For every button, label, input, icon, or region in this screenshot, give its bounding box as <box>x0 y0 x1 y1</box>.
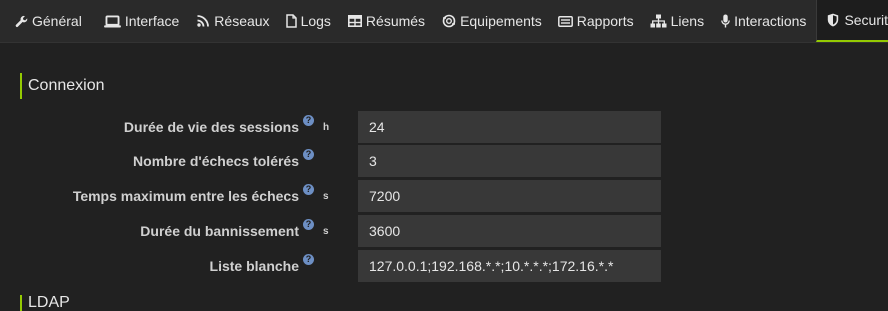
max-time-input[interactable] <box>358 180 661 212</box>
tab-interface[interactable]: Interface <box>90 0 187 42</box>
tab-label: Interface <box>124 13 180 29</box>
tab-label: Réseaux <box>214 13 270 29</box>
microphone-icon <box>720 14 731 28</box>
session-lifetime-input[interactable] <box>358 111 661 143</box>
whitelist-label: Liste blanche ? <box>210 250 314 282</box>
tab-rapports[interactable]: Rapports <box>550 0 642 42</box>
unit-label: s <box>323 191 329 202</box>
field-label: Nombre d'échecs tolérés <box>133 153 299 169</box>
field-label: Durée du bannissement <box>140 223 299 239</box>
tab-securite[interactable]: Securité <box>816 0 888 42</box>
failures-allowed-label: Nombre d'échecs tolérés ? <box>133 145 314 177</box>
help-icon[interactable]: ? <box>303 148 314 160</box>
tab-label: Liens <box>670 13 705 29</box>
failures-allowed-input[interactable] <box>358 145 661 177</box>
security-panel: Connexion Durée de vie des sessions ? h … <box>0 43 888 311</box>
table-icon <box>347 14 363 28</box>
tab-label: Logs <box>300 13 331 29</box>
devices-icon <box>441 14 457 28</box>
tab-reseaux[interactable]: Réseaux <box>187 0 277 42</box>
tab-label: Général <box>32 13 82 29</box>
help-icon[interactable]: ? <box>303 183 314 195</box>
whitelist-input[interactable] <box>358 250 661 282</box>
tab-logs[interactable]: Logs <box>278 0 339 42</box>
max-time-row: Temps maximum entre les échecs ? s <box>0 180 888 212</box>
tab-resumes[interactable]: Résumés <box>339 0 433 42</box>
tab-general[interactable]: Général <box>0 0 90 42</box>
tab-label: Securité <box>844 12 888 28</box>
max-time-label: Temps maximum entre les échecs ? <box>73 180 314 212</box>
session-lifetime-row: Durée de vie des sessions ? h <box>0 111 888 143</box>
whitelist-row: Liste blanche ? <box>0 250 888 282</box>
tab-interactions[interactable]: Interactions <box>712 0 816 42</box>
help-icon[interactable]: ? <box>303 114 314 126</box>
section-title: Connexion <box>20 73 105 99</box>
sitemap-icon <box>650 14 668 28</box>
tab-label: Rapports <box>576 13 634 29</box>
tab-equipements[interactable]: Equipements <box>433 0 550 42</box>
shield-icon <box>825 13 841 27</box>
tab-label: Equipements <box>460 13 542 29</box>
help-icon[interactable]: ? <box>303 218 314 230</box>
tab-liens[interactable]: Liens <box>642 0 712 42</box>
field-label: Temps maximum entre les échecs <box>72 188 299 204</box>
field-label: Durée de vie des sessions <box>123 119 299 135</box>
tab-bar: Général Interface Réseaux Logs Résumés E… <box>0 0 888 43</box>
tab-label: Résumés <box>365 13 426 29</box>
unit-label: s <box>323 226 329 237</box>
rss-icon <box>195 14 211 28</box>
file-icon <box>286 14 298 28</box>
card-icon <box>558 14 574 28</box>
ban-duration-row: Durée du bannissement ? s <box>0 215 888 247</box>
ban-duration-input[interactable] <box>358 215 661 247</box>
wrench-icon <box>13 14 29 28</box>
laptop-icon <box>104 14 122 28</box>
tab-label: Interactions <box>734 13 807 29</box>
help-icon[interactable]: ? <box>303 253 314 265</box>
session-lifetime-label: Durée de vie des sessions ? <box>124 111 314 143</box>
ldap-section-title: LDAP <box>20 295 70 311</box>
unit-label: h <box>323 122 330 133</box>
failures-allowed-row: Nombre d'échecs tolérés ? <box>0 145 888 177</box>
ban-duration-label: Durée du bannissement ? <box>140 215 314 247</box>
field-label: Liste blanche <box>209 258 299 274</box>
